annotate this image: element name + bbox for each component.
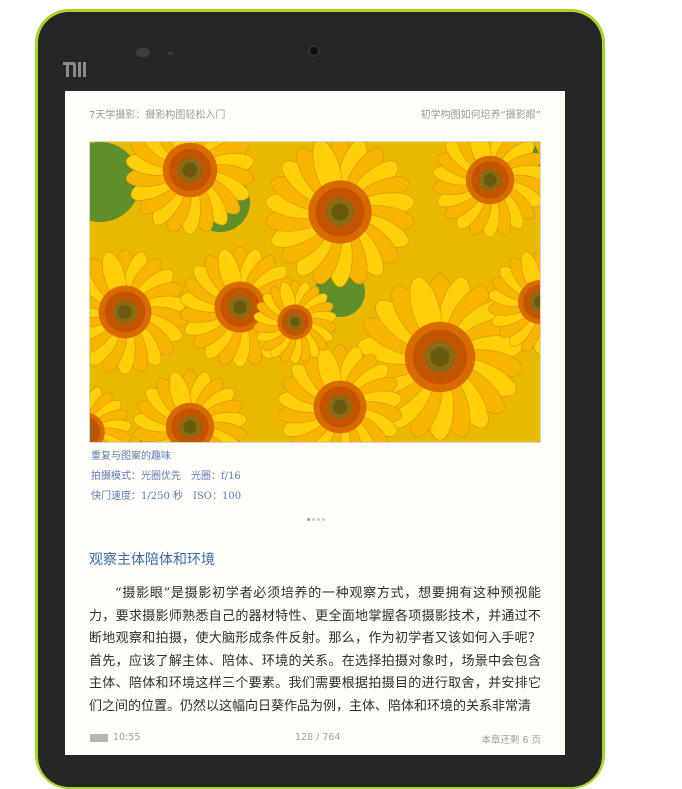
front-camera-icon: [308, 45, 320, 57]
chapter-title: 初学构图如何培养“摄影眼”: [421, 106, 541, 121]
page-indicator-dots: [307, 518, 327, 522]
light-sensor-icon: [136, 48, 150, 57]
sunflower-photo[interactable]: [89, 141, 541, 443]
section-heading: 观察主体陪体和环境: [89, 549, 215, 569]
figure-shutter-iso: 快门速度：1/250 秒 ISO：100: [91, 487, 241, 502]
paragraph-text: “摄影眼”是摄影初学者必须培养的一种观察方式，想要拥有这种预视能力，要求摄影师熟…: [89, 586, 541, 714]
figure-shooting-mode: 拍摄模式：光圈优先 光圈：f/16: [91, 467, 241, 482]
book-title: 7天学摄影：摄影构图轻松入门: [89, 106, 225, 121]
page-position: 128 / 764: [295, 732, 341, 743]
battery-icon: [90, 734, 108, 742]
chapter-remaining: 本章还剩 6 页: [481, 732, 541, 746]
mi-logo-icon: [63, 60, 91, 79]
reader-screen[interactable]: 7天学摄影：摄影构图轻松入门 初学构图如何培养“摄影眼” 重复与图案的趣味 拍摄…: [65, 91, 565, 755]
proximity-sensor-icon: [168, 52, 173, 55]
figure-caption: 重复与图案的趣味: [91, 447, 171, 462]
status-time: 10:55: [113, 732, 140, 743]
sunflower-image: [90, 142, 541, 443]
body-paragraph: “摄影眼”是摄影初学者必须培养的一种观察方式，想要拥有这种预视能力，要求摄影师熟…: [89, 583, 541, 718]
status-bar: 10:55 128 / 764 本章还剩 6 页: [65, 731, 565, 747]
